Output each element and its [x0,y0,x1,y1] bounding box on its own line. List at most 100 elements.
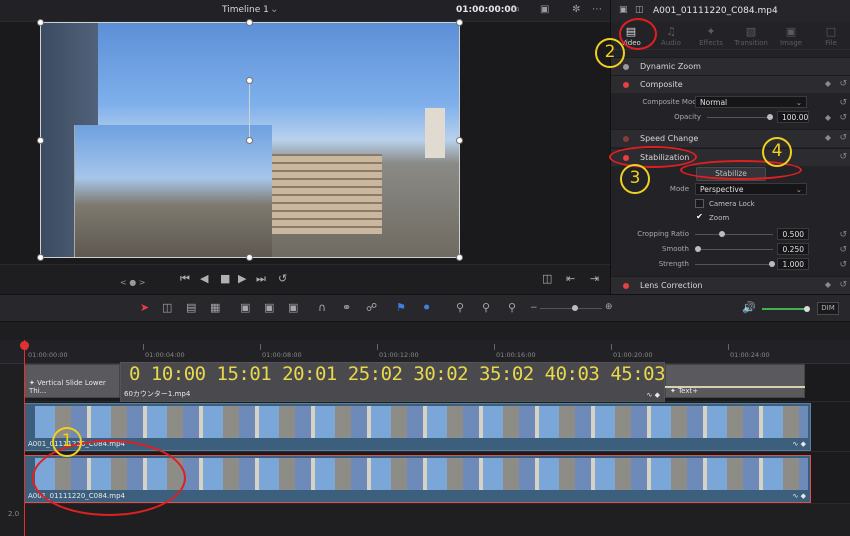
transform-handle[interactable] [246,19,253,26]
zoom-out-icon[interactable]: − [530,303,538,313]
strength-slider[interactable] [695,261,775,267]
counter-clip[interactable]: 0 10:00 15:01 20:01 25:02 30:02 35:02 40… [120,362,665,402]
zoom-slider[interactable] [540,305,602,311]
inspector-header: ▣ ◫ A001_01111220_C084.mp4 [611,0,850,22]
viewer-mode-icon[interactable]: ▣ [540,4,549,15]
go-to-start-icon[interactable]: ⏮ [180,272,190,286]
volume-slider[interactable] [762,306,810,312]
replace-clip-icon[interactable]: ▣ [288,301,298,314]
trim-tool-icon[interactable]: ◫ [162,301,172,314]
prev-edit-icon[interactable]: ⇤ [566,272,575,285]
reset-icon[interactable]: ↺ [839,133,847,143]
smooth-slider[interactable] [695,246,773,252]
reset-icon[interactable]: ↺ [839,260,847,270]
tab-image[interactable]: ▣ Image [771,22,811,50]
stop-icon[interactable]: ■ [220,272,230,285]
tab-audio[interactable]: ♫ Audio [651,22,691,50]
chevron-down-icon[interactable]: ⌄ [270,4,278,15]
zoom-in-icon[interactable]: ⊕ [605,302,613,312]
composite-mode-select[interactable]: Normal ⌄ [695,96,807,108]
go-to-end-icon[interactable]: ⏭ [256,272,266,286]
opacity-slider[interactable] [707,114,773,120]
jog-indicator[interactable]: < ● > [120,278,145,287]
speaker-icon[interactable]: 🔊 [742,301,756,314]
stabilization-mode-select[interactable]: Perspective ⌄ [695,183,807,195]
transform-handle[interactable] [456,19,463,26]
slider-knob [695,246,701,252]
more-options-icon[interactable]: ⋯ [592,4,602,15]
cropping-ratio-slider[interactable] [695,231,773,237]
viewer-size-icon[interactable]: ▭ [510,4,519,15]
transform-handle[interactable] [456,254,463,261]
anchor-handle[interactable] [246,137,253,144]
tab-file[interactable]: □ File [811,22,850,50]
section-composite[interactable]: Composite ◆ ↺ [611,75,850,93]
transform-handle[interactable] [456,137,463,144]
play-reverse-icon[interactable]: ◀ [200,272,208,285]
selection-tool-icon[interactable]: ➤ [140,301,149,314]
overwrite-clip-icon[interactable]: ▣ [264,301,274,314]
smooth-field[interactable]: 0.250 [777,243,809,255]
keyframe-icon[interactable]: ◆ [825,79,831,88]
flag-icon[interactable]: ⚑ [396,301,406,314]
reset-icon[interactable]: ↺ [839,230,847,240]
reset-icon[interactable]: ↺ [839,280,847,290]
zoom-detail-icon[interactable]: ⚲ [482,301,490,314]
slider-knob[interactable] [804,306,810,312]
zoom-checkbox[interactable]: ✔ [695,213,704,222]
section-toggle-icon[interactable] [623,283,629,289]
next-edit-icon[interactable]: ⇥ [590,272,599,285]
strength-field[interactable]: 1.000 [777,258,809,270]
play-icon[interactable]: ▶ [238,272,246,285]
loop-icon[interactable]: ↺ [278,272,287,285]
zoom-full-icon[interactable]: ⚲ [456,301,464,314]
clip-keyframe-icon[interactable]: ∿ ◆ [647,391,660,399]
section-lens-correction[interactable]: Lens Correction ◆ ↺ [611,276,850,294]
keyframe-icon[interactable]: ◆ [825,133,831,142]
lock-icon[interactable]: ☍ [366,301,377,314]
preview-overlay-clip[interactable] [74,125,272,258]
opacity-field[interactable]: 100.00 [777,111,809,123]
dim-button[interactable]: DIM [817,302,839,315]
playhead-handle[interactable] [20,341,29,350]
insert-clip-icon[interactable]: ▣ [240,301,250,314]
transform-handle[interactable] [37,137,44,144]
reset-icon[interactable]: ↺ [839,98,847,108]
reset-icon[interactable]: ↺ [839,152,847,162]
timeline-ruler[interactable]: 01:00:00:00 01:00:04:00 01:00:08:00 01:00:1… [0,340,850,364]
timeline-name[interactable]: Timeline 1 [222,5,269,15]
text-plus-clip[interactable]: ✦ Text+ [665,364,805,398]
section-toggle-icon[interactable] [623,82,629,88]
camera-lock-checkbox[interactable] [695,199,704,208]
keyframe-icon[interactable]: ◆ [825,280,831,289]
link-icon[interactable]: ⚭ [342,301,351,314]
section-toggle-icon[interactable] [623,64,629,70]
transform-handle[interactable] [37,254,44,261]
keyframe-icon[interactable]: ◆ [825,113,831,122]
playhead[interactable] [24,340,25,536]
color-wheel-icon[interactable]: ✼ [572,4,580,15]
marker-icon[interactable]: ⚫ [422,301,431,314]
title-clip[interactable]: ✦ Vertical Slide Lower Thi... [24,364,120,398]
zoom-custom-icon[interactable]: ⚲ [508,301,516,314]
section-speed-change[interactable]: Speed Change ◆ ↺ [611,129,850,147]
snapping-icon[interactable]: ∩ [318,301,326,314]
transform-handle[interactable] [37,19,44,26]
blade-tool-icon[interactable]: ▦ [210,301,220,314]
clip-keyframe-icon[interactable]: ∿ ◆ [793,440,806,448]
cropping-ratio-field[interactable]: 0.500 [777,228,809,240]
clip-type-icon: ◫ [635,5,644,15]
reset-icon[interactable]: ↺ [839,245,847,255]
tab-effects[interactable]: ✦ Effects [691,22,731,50]
rotation-handle[interactable] [246,77,253,84]
reset-icon[interactable]: ↺ [839,79,847,89]
slider-knob[interactable] [572,305,578,311]
dynamic-trim-icon[interactable]: ▤ [186,301,196,314]
section-toggle-icon[interactable] [623,136,629,142]
reset-icon[interactable]: ↺ [839,113,847,123]
match-frame-icon[interactable]: ◫ [542,272,552,285]
clip-keyframe-icon[interactable]: ∿ ◆ [793,492,806,500]
section-dynamic-zoom[interactable]: Dynamic Zoom [611,57,850,75]
transform-handle[interactable] [246,254,253,261]
tab-transition[interactable]: ▧ Transition [731,22,771,50]
